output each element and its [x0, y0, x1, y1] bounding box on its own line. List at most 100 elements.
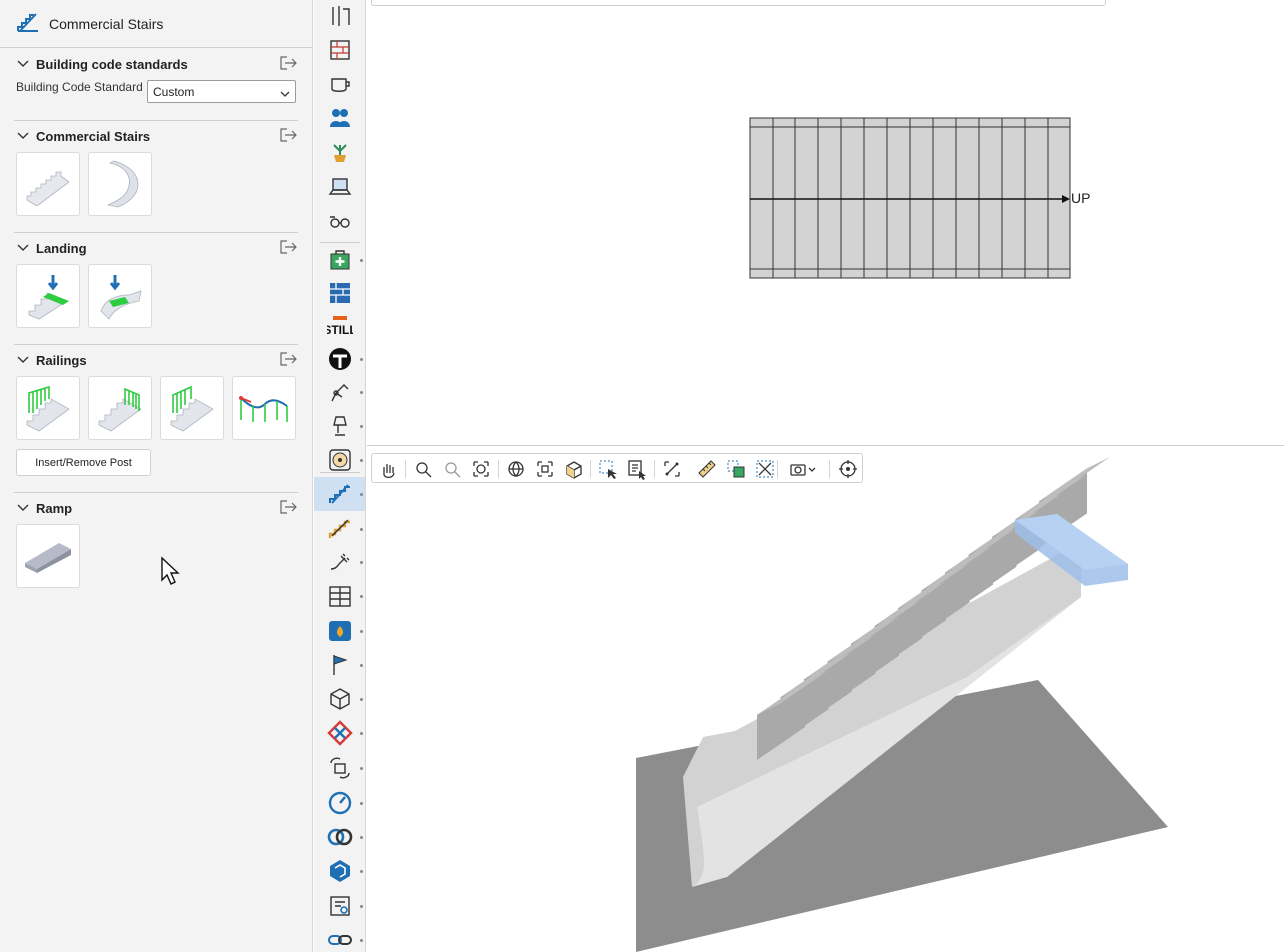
still-logo[interactable]: STILL — [327, 314, 353, 340]
robot-arm-icon[interactable] — [327, 379, 353, 405]
curved-landing-tile[interactable] — [88, 264, 152, 328]
popout-icon[interactable] — [280, 128, 298, 144]
straight-stair-icon — [26, 171, 70, 206]
code-field-label: Building Code Standard — [16, 80, 143, 94]
railing-right-tile[interactable] — [88, 376, 152, 440]
rings-icon[interactable] — [327, 824, 353, 850]
flag-icon[interactable] — [327, 652, 353, 678]
fireplace-icon[interactable] — [327, 618, 353, 644]
flyout-indicator — [360, 870, 363, 873]
divider — [14, 232, 298, 233]
refresh-device-icon[interactable] — [327, 755, 353, 781]
flyout-indicator — [360, 358, 363, 361]
divider — [14, 344, 298, 345]
straight-stair-tile[interactable] — [16, 152, 80, 216]
railing-right-icon — [98, 387, 142, 432]
section-head-building-code[interactable]: Building code standards — [16, 54, 298, 74]
chevron-down-icon — [280, 87, 290, 101]
flyout-indicator — [360, 836, 363, 839]
railing-both-tile[interactable] — [160, 376, 224, 440]
ramp-tile[interactable] — [16, 524, 80, 588]
chevron-down-icon[interactable] — [16, 129, 30, 143]
tools-icon[interactable] — [327, 3, 353, 29]
section-head-railings[interactable]: Railings — [16, 350, 298, 370]
up-direction-label: UP — [1071, 190, 1091, 206]
brick-icon[interactable] — [327, 280, 353, 306]
catalog-icon[interactable] — [327, 893, 353, 919]
divider — [14, 120, 298, 121]
section-label: Ramp — [36, 500, 73, 516]
insert-remove-post-button[interactable]: Insert/Remove Post — [16, 449, 151, 476]
flyout-indicator — [360, 664, 363, 667]
popout-icon[interactable] — [280, 500, 298, 516]
coffee-icon[interactable] — [327, 71, 353, 97]
chevron-down-icon[interactable] — [16, 241, 30, 255]
railing-left-tile[interactable] — [16, 376, 80, 440]
flyout-indicator — [360, 767, 363, 770]
stairs-panel: Commercial Stairs Building code standard… — [0, 0, 313, 952]
flyout-indicator — [360, 939, 363, 942]
shelving-icon[interactable] — [327, 583, 353, 609]
code-standard-value: Custom — [153, 84, 195, 99]
section-label: Railings — [36, 352, 87, 368]
plan-view[interactable]: UP — [367, 0, 1284, 446]
section-label: Building code standards — [36, 56, 188, 72]
plant-icon[interactable] — [327, 139, 353, 165]
glasses-icon[interactable] — [327, 208, 353, 234]
straight-landing-tile[interactable] — [16, 264, 80, 328]
chain-icon[interactable] — [327, 927, 353, 952]
gauge-icon[interactable] — [327, 790, 353, 816]
stair-3d-model — [636, 456, 1168, 952]
spiral-stair-tile[interactable] — [88, 152, 152, 216]
mouse-cursor-icon — [160, 556, 182, 589]
railing-left-icon — [26, 385, 70, 432]
ramp-icon — [25, 543, 71, 573]
stairs-wood-icon[interactable] — [327, 516, 353, 542]
railing-both-icon — [170, 385, 214, 432]
popout-icon[interactable] — [280, 56, 298, 72]
3d-view[interactable] — [367, 447, 1284, 952]
stairs-logo-icon — [16, 11, 40, 36]
section-head-ramp[interactable]: Ramp — [16, 498, 298, 518]
medical-icon[interactable] — [327, 247, 353, 273]
people-icon[interactable] — [327, 105, 353, 131]
fan-icon[interactable] — [327, 447, 353, 473]
flyout-indicator — [360, 698, 363, 701]
stairs-icon[interactable] — [327, 481, 353, 507]
chevron-down-icon[interactable] — [16, 57, 30, 71]
railing-path-icon — [239, 396, 288, 422]
chevron-down-icon[interactable] — [16, 501, 30, 515]
flyout-indicator — [360, 595, 363, 598]
cube-network-icon[interactable] — [327, 686, 353, 712]
code-standard-select[interactable]: Custom — [147, 80, 296, 103]
puzzle-icon[interactable] — [327, 720, 353, 746]
wall-icon[interactable] — [327, 37, 353, 63]
section-label: Landing — [36, 240, 87, 256]
flyout-indicator — [360, 391, 363, 394]
stair-plan-drawing — [749, 117, 1071, 279]
section-label: Commercial Stairs — [36, 128, 151, 144]
section-head-landing[interactable]: Landing — [16, 238, 298, 258]
panel-header: Commercial Stairs — [0, 0, 312, 48]
divider — [14, 492, 298, 493]
flyout-indicator — [360, 425, 363, 428]
code-row: Building Code Standard — [16, 80, 143, 94]
strip-separator — [320, 472, 360, 473]
flyout-indicator — [360, 905, 363, 908]
spiral-stair-icon — [106, 160, 139, 208]
plug-icon[interactable] — [327, 549, 353, 575]
sketchup-icon[interactable] — [327, 858, 353, 884]
popout-icon[interactable] — [280, 240, 298, 256]
flyout-indicator — [360, 630, 363, 633]
flyout-indicator — [360, 459, 363, 462]
flyout-indicator — [360, 493, 363, 496]
lamp-icon[interactable] — [327, 413, 353, 439]
t-logo[interactable] — [327, 346, 353, 372]
popout-icon[interactable] — [280, 352, 298, 368]
chevron-down-icon[interactable] — [16, 353, 30, 367]
laptop-icon[interactable] — [327, 174, 353, 200]
railing-path-tile[interactable] — [232, 376, 296, 440]
section-head-commercial-stairs[interactable]: Commercial Stairs — [16, 126, 298, 146]
flyout-indicator — [360, 802, 363, 805]
straight-landing-icon — [28, 275, 69, 320]
